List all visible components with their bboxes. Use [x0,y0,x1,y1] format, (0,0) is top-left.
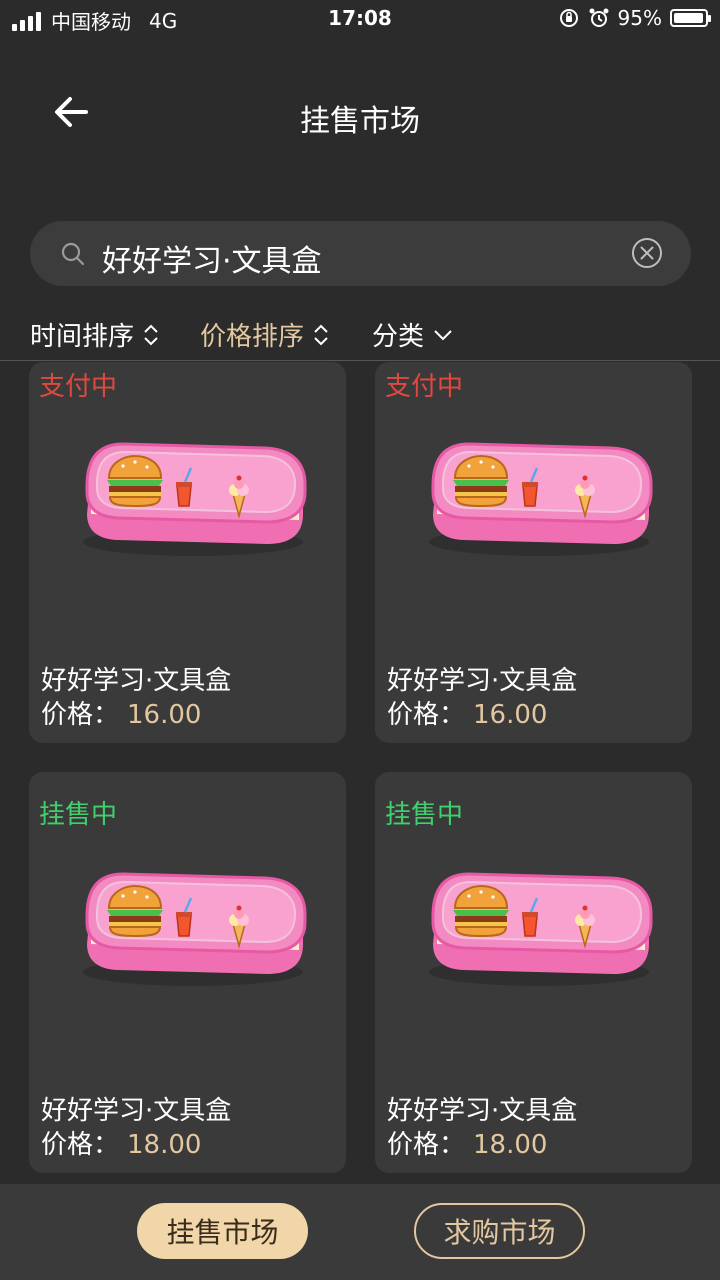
price-value: 18.00 [127,1130,202,1160]
category-label: 分类 [372,322,425,352]
time-sort-label: 时间排序 [30,322,135,352]
status-badge: 支付中 [39,372,118,402]
price-sort-label: 价格排序 [200,322,305,352]
tab-buy-market[interactable]: 求购市场 [414,1203,585,1259]
alarm-icon [589,8,609,27]
price-label: 价格： [387,700,466,730]
product-name: 好好学习·文具盒 [387,666,578,696]
rotation-lock-icon [559,9,578,27]
price-value: 18.00 [473,1130,548,1160]
pencil-case-image [429,442,653,556]
pencil-case-image [83,442,307,556]
status-badge: 支付中 [385,372,464,402]
page-title: 挂售市场 [300,104,420,139]
battery-fill [674,13,703,23]
battery-icon [670,9,711,27]
price-label: 价格： [41,700,120,730]
time-sort-filter[interactable]: 时间排序 [30,316,160,353]
status-badge: 挂售中 [385,800,464,830]
status-bar: 中国移动 4G 17:08 95% [0,0,720,40]
product-card[interactable]: 挂售中 好好学习·文具盒 价格： 18.00 [29,772,346,1173]
price-value: 16.00 [127,700,202,730]
product-card[interactable]: 支付中 好好学习·文具盒 价格： 16.00 [29,362,346,743]
pencil-case-image [429,872,653,986]
battery-percent: 95% [617,6,662,30]
pencil-case-image [83,872,307,986]
search-input[interactable]: 好好学习·文具盒 [30,221,691,286]
price-row: 价格： 16.00 [387,694,547,731]
product-name: 好好学习·文具盒 [387,1096,578,1126]
bottom-tab-bar: 挂售市场 求购市场 [0,1184,720,1280]
sort-updown-icon [314,324,328,345]
product-card[interactable]: 支付中 好好学习·文具盒 价格： 16.00 [375,362,692,743]
price-label: 价格： [387,1130,466,1160]
product-name: 好好学习·文具盒 [41,1096,232,1126]
tab-sell-market[interactable]: 挂售市场 [137,1203,308,1259]
price-label: 价格： [41,1130,120,1160]
status-badge: 挂售中 [39,800,118,830]
clear-circle-icon[interactable] [631,237,663,269]
chevron-down-icon [434,329,452,340]
filter-bar: 时间排序 价格排序 分类 [0,310,720,361]
category-filter[interactable]: 分类 [372,316,454,353]
product-name: 好好学习·文具盒 [41,666,232,696]
nav-bar: 挂售市场 [0,70,720,160]
screen: 中国移动 4G 17:08 95% 挂售市场 好好学习·文具盒 时间排序 价格排… [0,0,720,1280]
product-card[interactable]: 挂售中 好好学习·文具盒 价格： 18.00 [375,772,692,1173]
search-value[interactable]: 好好学习·文具盒 [102,236,322,280]
status-right: 95% [558,6,711,30]
price-row: 价格： 18.00 [41,1124,201,1161]
price-row: 价格： 16.00 [41,694,201,731]
price-value: 16.00 [473,700,548,730]
sort-updown-icon [144,324,158,345]
price-sort-filter[interactable]: 价格排序 [200,316,330,353]
price-row: 价格： 18.00 [387,1124,547,1161]
search-icon [61,242,85,266]
